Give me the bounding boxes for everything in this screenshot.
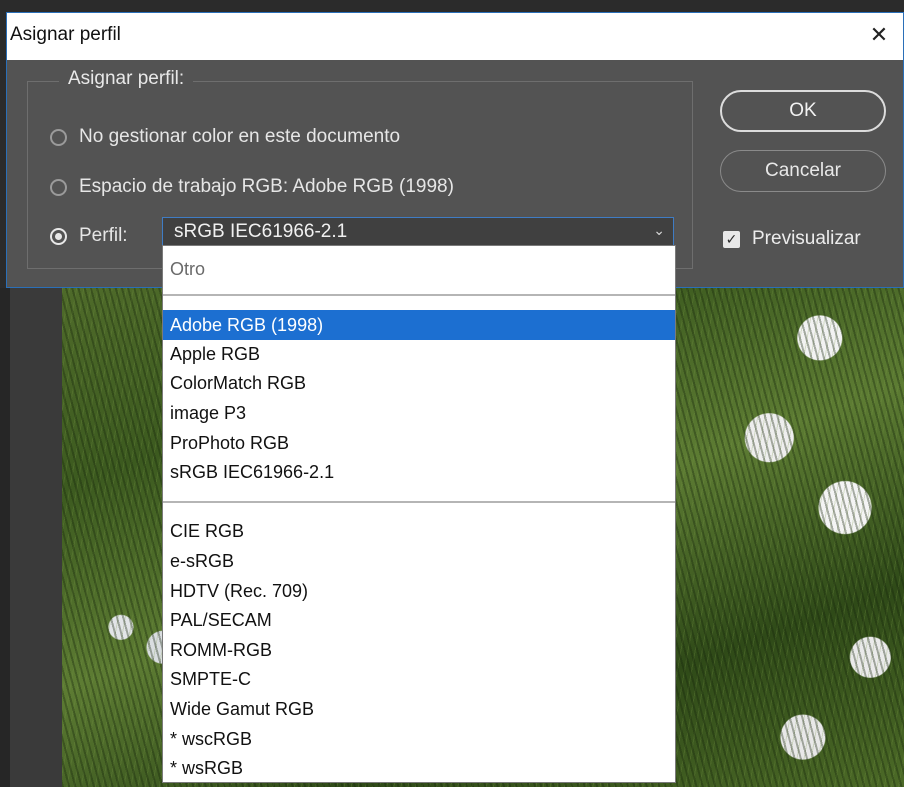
radio-label: Espacio de trabajo RGB: Adobe RGB (1998) [79, 176, 454, 197]
dropdown-item[interactable]: Adobe RGB (1998) [163, 310, 675, 340]
dropdown-item[interactable]: image P3 [163, 398, 675, 428]
dropdown-item[interactable]: sRGB IEC61966-2.1 [163, 457, 675, 487]
dropdown-item[interactable]: Wide Gamut RGB [163, 694, 675, 724]
dropdown-item[interactable]: SMPTE-C [163, 664, 675, 694]
dropdown-item[interactable]: ROMM-RGB [163, 635, 675, 665]
preview-checkbox[interactable]: ✓ [723, 230, 740, 248]
preview-toggle[interactable]: ✓ Previsualizar [723, 228, 861, 250]
dropdown-item[interactable]: HDTV (Rec. 709) [163, 576, 675, 606]
dropdown-item[interactable]: Apple RGB [163, 339, 675, 369]
dropdown-separator [163, 501, 675, 503]
radio-button-selected[interactable] [50, 227, 67, 245]
chevron-down-icon: ⌄ [653, 222, 665, 238]
ok-button[interactable]: OK [720, 90, 886, 132]
dialog-title: Asignar perfil [10, 24, 121, 45]
radio-button[interactable] [50, 128, 67, 146]
radio-label: Perfil: [79, 225, 128, 246]
dropdown-item[interactable]: PAL/SECAM [163, 605, 675, 635]
dropdown-item[interactable]: ColorMatch RGB [163, 368, 675, 398]
dropdown-header: Otro [170, 259, 206, 279]
radio-dont-manage[interactable]: No gestionar color en este documento [50, 126, 400, 148]
radio-button[interactable] [50, 178, 67, 196]
preview-label: Previsualizar [752, 228, 861, 249]
profile-select[interactable]: sRGB IEC61966-2.1 ⌄ [162, 217, 674, 247]
radio-label: No gestionar color en este documento [79, 126, 401, 147]
dropdown-item[interactable]: * wsRGB [163, 753, 675, 782]
close-icon: ✕ [869, 22, 889, 47]
close-button[interactable]: ✕ [863, 19, 895, 51]
canvas-left-strip [10, 288, 62, 787]
radio-working-space[interactable]: Espacio de trabajo RGB: Adobe RGB (1998) [50, 176, 454, 198]
cancel-button[interactable]: Cancelar [720, 150, 886, 192]
dropdown-item[interactable]: CIE RGB [163, 516, 675, 546]
dropdown-separator [163, 294, 675, 296]
dropdown-item[interactable]: * wscRGB [163, 724, 675, 754]
dialog-titlebar: Asignar perfil ✕ [7, 13, 903, 60]
profile-select-value: sRGB IEC61966-2.1 [174, 221, 348, 242]
profile-dropdown-list: Otro Adobe RGB (1998) Apple RGB ColorMat… [162, 245, 676, 783]
group-legend: Asignar perfil: [59, 68, 194, 90]
radio-profile[interactable]: Perfil: [50, 225, 128, 247]
dropdown-item[interactable]: ProPhoto RGB [163, 428, 675, 458]
dropdown-item[interactable]: e-sRGB [163, 546, 675, 576]
